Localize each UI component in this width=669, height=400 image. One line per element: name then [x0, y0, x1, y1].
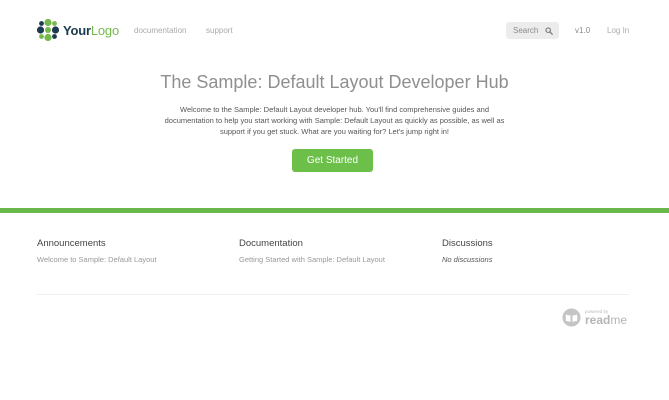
- readme-wordmark-bold: read: [585, 313, 611, 327]
- search-button[interactable]: Search: [506, 22, 559, 39]
- documentation-section: Documentation Getting Started with Sampl…: [239, 238, 429, 264]
- discussions-empty-text: No discussions: [442, 255, 493, 264]
- site-header: YourLogo documentation support Search v1…: [0, 0, 669, 62]
- announcements-title: Announcements: [37, 238, 106, 249]
- nav-documentation[interactable]: documentation: [134, 26, 186, 35]
- announcements-section: Announcements Welcome to Sample: Default…: [37, 238, 227, 264]
- section-divider-bar: [0, 208, 669, 213]
- logo-word-bold: Your: [63, 22, 91, 38]
- powered-by-text: powered by readme: [585, 309, 627, 326]
- logo-text: YourLogo: [63, 23, 119, 38]
- login-link[interactable]: Log In: [607, 26, 629, 35]
- documentation-link[interactable]: Getting Started with Sample: Default Lay…: [239, 255, 429, 264]
- logo[interactable]: YourLogo: [36, 18, 119, 42]
- footer-divider: [37, 294, 629, 295]
- readme-wordmark-thin: me: [610, 313, 628, 327]
- logo-clover-icon: [36, 18, 60, 42]
- discussions-title: Discussions: [442, 238, 493, 249]
- search-icon: [545, 26, 553, 35]
- readme-logo-icon: [562, 308, 581, 327]
- search-label: Search: [513, 26, 539, 35]
- powered-by-readme[interactable]: powered by readme: [562, 308, 627, 327]
- discussions-section: Discussions No discussions: [442, 238, 632, 264]
- readme-wordmark: readme: [585, 314, 627, 326]
- announcement-link[interactable]: Welcome to Sample: Default Layout: [37, 255, 227, 264]
- documentation-title: Documentation: [239, 238, 303, 249]
- hero-intro: Welcome to the Sample: Default Layout de…: [164, 105, 505, 136]
- logo-word-accent: Logo: [90, 22, 119, 38]
- nav-support[interactable]: support: [206, 26, 233, 35]
- get-started-button[interactable]: Get Started: [292, 149, 373, 172]
- version-selector[interactable]: v1.0: [575, 26, 590, 35]
- page-title: The Sample: Default Layout Developer Hub: [160, 72, 509, 92]
